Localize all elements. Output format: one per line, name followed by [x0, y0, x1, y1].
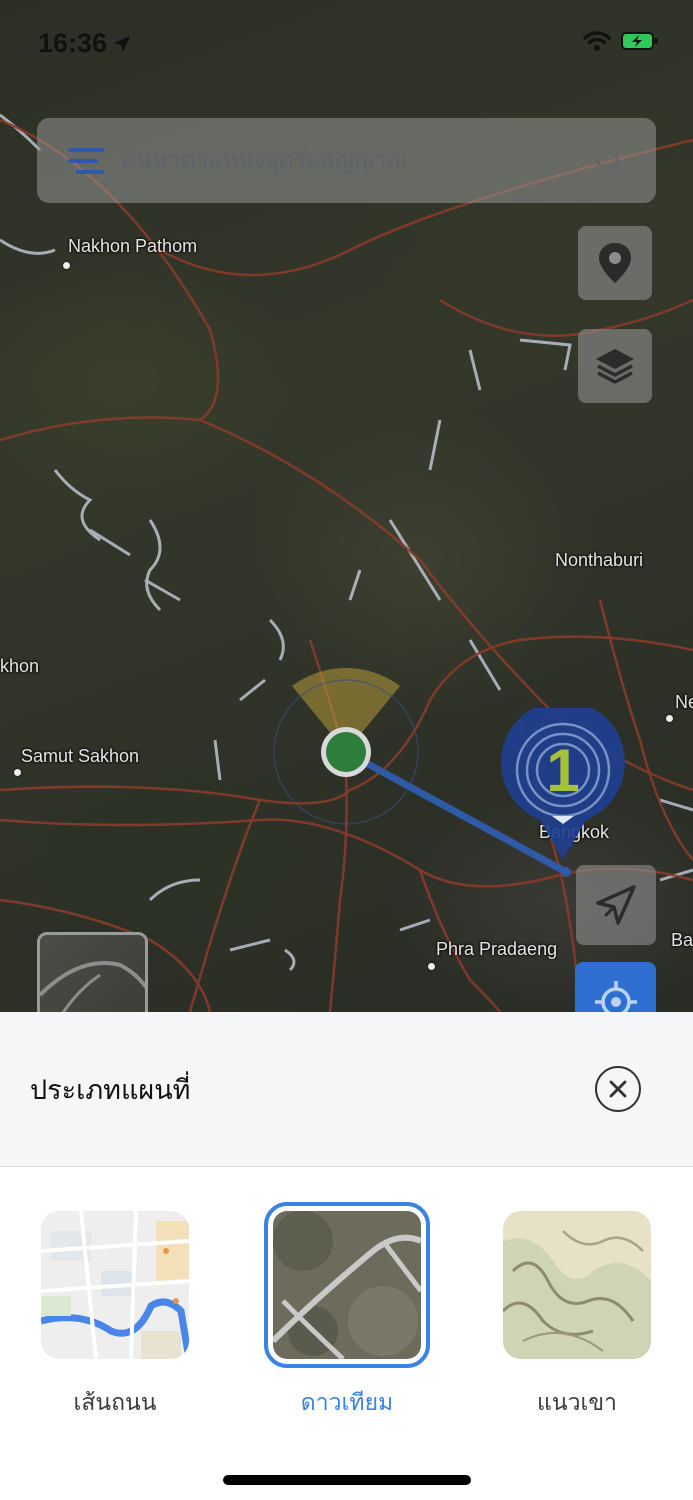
- close-icon: [609, 1080, 627, 1098]
- layers-icon: [596, 349, 634, 384]
- sheet-title: ประเภทแผนที่: [30, 1075, 191, 1106]
- search-input[interactable]: [121, 130, 594, 191]
- navigate-button[interactable]: [576, 865, 656, 945]
- map-pin-icon: [599, 243, 631, 283]
- marker-number: 1: [546, 737, 580, 804]
- map-type-sheet: ประเภทแผนที่ เส้นถนน ดาวเทียม แนวเขา: [0, 1012, 693, 1500]
- sheet-header: ประเภทแผนที่: [0, 1012, 693, 1167]
- map-view[interactable]: Nakhon Pathom Nonthaburi khon Samut Sakh…: [0, 0, 693, 1012]
- status-indicators: [583, 30, 659, 52]
- road-map-thumbnail: [41, 1211, 189, 1359]
- map-type-terrain[interactable]: แนวเขา: [492, 1211, 662, 1421]
- terrain-map-thumbnail: [503, 1211, 651, 1359]
- close-button[interactable]: [595, 1066, 641, 1112]
- my-location-button[interactable]: [575, 962, 656, 1012]
- map-type-thumbnail[interactable]: [37, 932, 148, 1012]
- satellite-thumbnail-image: [40, 961, 145, 1012]
- marker-anchor: [561, 867, 571, 877]
- status-time-text: 16:36: [38, 28, 108, 58]
- pin-location-button[interactable]: [578, 226, 652, 300]
- map-type-road-label: เส้นถนน: [73, 1390, 157, 1416]
- map-layers-button[interactable]: [578, 329, 652, 403]
- map-type-road[interactable]: เส้นถนน: [30, 1211, 200, 1421]
- battery-charging-icon: [621, 32, 658, 50]
- home-indicator: [223, 1475, 471, 1485]
- map-type-satellite[interactable]: ดาวเทียม: [262, 1202, 432, 1421]
- crosshair-icon: [594, 981, 637, 1012]
- station-marker[interactable]: 1: [500, 700, 626, 862]
- map-type-terrain-label: แนวเขา: [537, 1390, 617, 1416]
- menu-icon[interactable]: [67, 145, 105, 177]
- search-icon[interactable]: [594, 145, 626, 177]
- satellite-map-thumbnail: [264, 1202, 430, 1368]
- send-arrow-icon: [596, 885, 636, 925]
- map-type-options: เส้นถนน ดาวเทียม แนวเขา: [0, 1202, 693, 1416]
- location-dot: [326, 732, 366, 772]
- wifi-icon: [583, 31, 611, 51]
- location-arrow-icon: [114, 35, 131, 52]
- search-bar: [37, 118, 656, 203]
- map-type-satellite-label: ดาวเทียม: [300, 1390, 394, 1416]
- status-time: 16:36: [38, 28, 131, 59]
